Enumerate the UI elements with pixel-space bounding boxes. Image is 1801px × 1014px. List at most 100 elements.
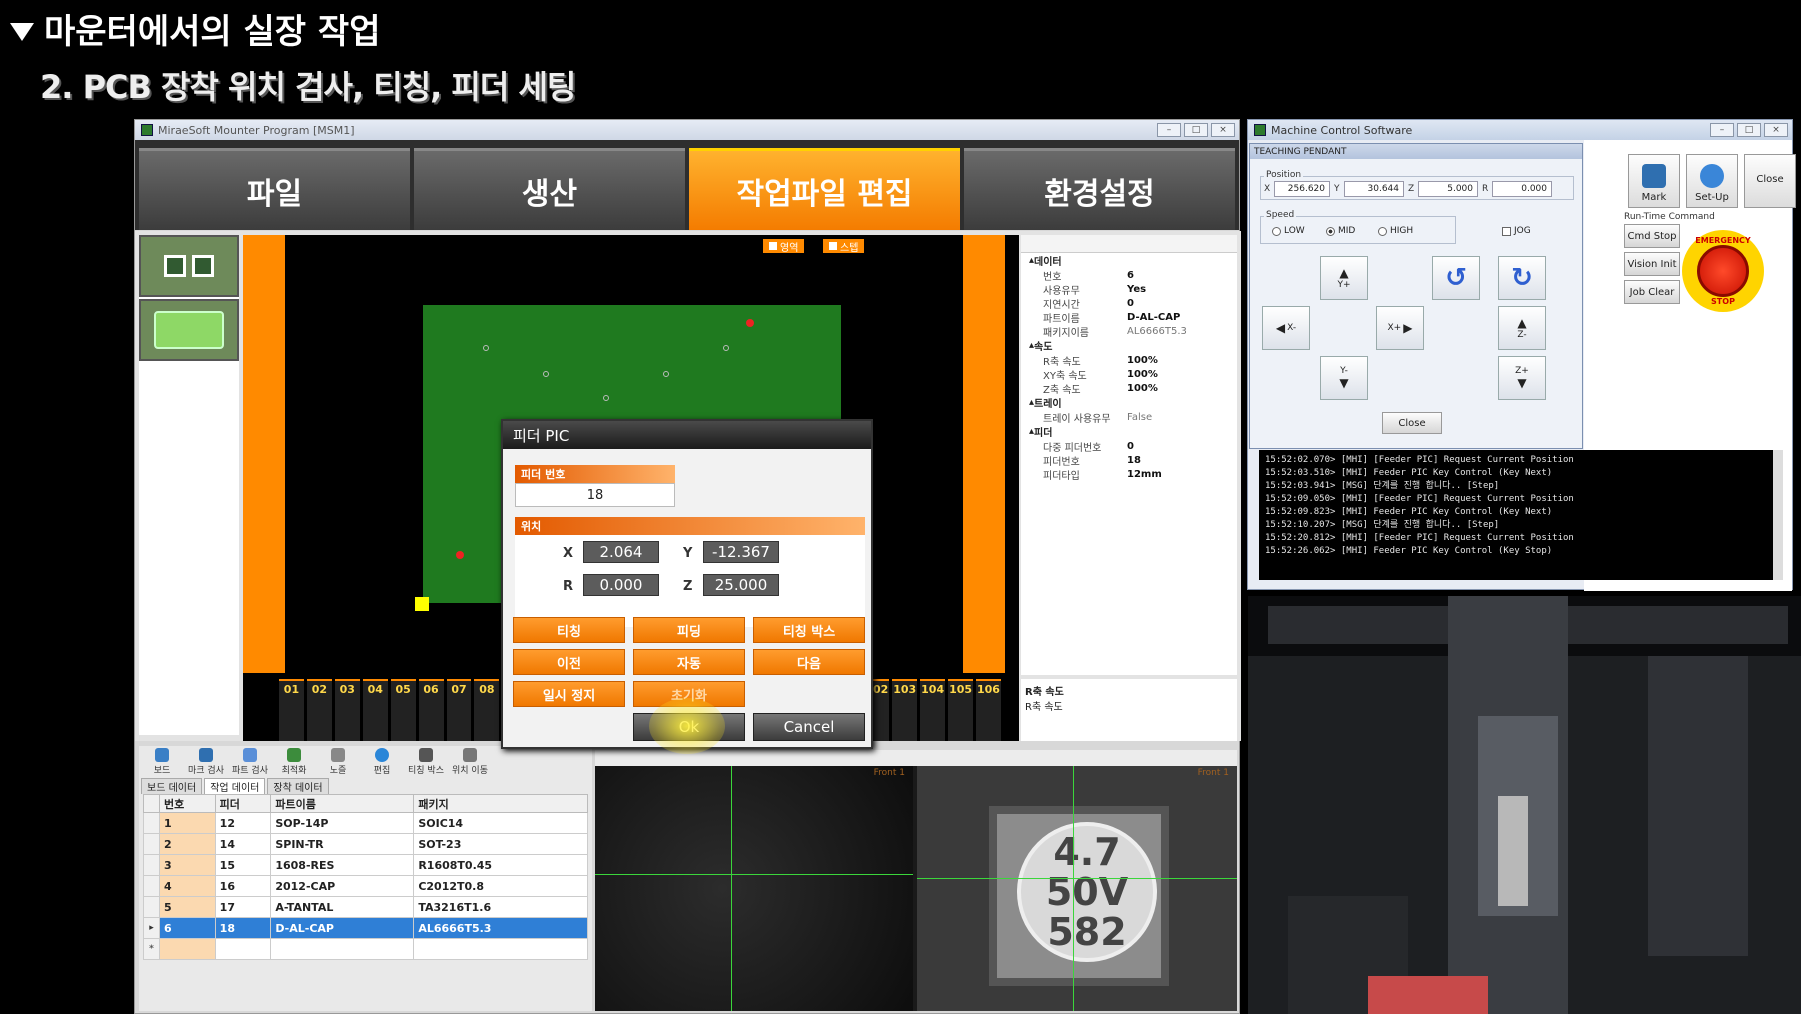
cancel-button[interactable]: Cancel [753, 713, 865, 741]
prop-value[interactable]: AL6666T5.3 [1127, 326, 1187, 337]
feeder-slot[interactable]: 04 [362, 679, 388, 741]
auto-button[interactable]: 자동 [633, 649, 745, 675]
reset-button[interactable]: 초기화 [633, 681, 745, 707]
job-clear-button[interactable]: Job Clear [1624, 280, 1680, 304]
mark-inspect-button[interactable]: 마크 검사 [187, 748, 225, 776]
y-value[interactable]: -12.367 [703, 541, 779, 563]
mcs-close-button[interactable]: Close [1744, 154, 1796, 208]
ok-button[interactable]: Ok [633, 713, 745, 741]
table-row[interactable]: 5 17 A-TANTAL TA3216T1.6 [143, 896, 588, 918]
pendant-close-button[interactable]: Close [1382, 412, 1442, 434]
jog-x-minus-button[interactable]: ◀ X- [1262, 306, 1310, 350]
jog-z-plus-button[interactable]: Z+ ▼ [1498, 356, 1546, 400]
feeder-slot[interactable]: 06 [418, 679, 444, 741]
prop-value[interactable]: 6 [1127, 270, 1134, 281]
tab-settings[interactable]: 환경설정 [964, 148, 1235, 230]
tab-job-edit[interactable]: 작업파일 편집 [689, 148, 960, 230]
feeder-slot[interactable]: 103 [892, 679, 918, 741]
setup-button[interactable]: Set-Up [1686, 154, 1738, 208]
prop-value[interactable]: 100% [1127, 383, 1158, 394]
feeder-slot[interactable]: 03 [334, 679, 360, 741]
cmd-stop-button[interactable]: Cmd Stop [1624, 224, 1680, 248]
col-header-package[interactable]: 패키지 [413, 794, 588, 813]
teach-button[interactable]: 티칭 [513, 617, 625, 643]
camera-view-1[interactable]: Front 1 [595, 766, 913, 1011]
tab-board-data[interactable]: 보드 데이터 [141, 778, 203, 794]
rotate-cw-icon[interactable]: ↻ [1498, 256, 1546, 300]
section-speed[interactable]: ▴ 속도 [1021, 338, 1237, 353]
prop-value[interactable]: 0 [1127, 298, 1134, 309]
feeder-slot[interactable]: 07 [446, 679, 472, 741]
maximize-icon[interactable]: □ [1184, 123, 1208, 137]
nozzle-button[interactable]: 노즐 [319, 748, 357, 776]
feeder-slot[interactable]: 08 [474, 679, 500, 741]
thumbnail-board[interactable] [139, 299, 239, 361]
table-row[interactable]: 2 14 SPIN-TR SOT-23 [143, 833, 588, 855]
pause-button[interactable]: 일시 정지 [513, 681, 625, 707]
z-value[interactable]: 25.000 [703, 574, 779, 596]
jog-z-minus-button[interactable]: ▲ Z- [1498, 306, 1546, 350]
prop-value[interactable]: 18 [1127, 455, 1141, 466]
property-toolbar[interactable] [1021, 235, 1237, 253]
prop-value[interactable]: Yes [1127, 284, 1146, 295]
camera-view-2[interactable]: Front 1 4.7 50V 582 [917, 766, 1237, 1011]
tab-file[interactable]: 파일 [139, 148, 410, 230]
board-button[interactable]: 보드 [143, 748, 181, 776]
jog-y-minus-button[interactable]: Y- ▼ [1320, 356, 1368, 400]
col-header-part[interactable]: 파트이름 [270, 794, 415, 813]
feeder-slot[interactable]: 01 [279, 679, 304, 741]
tab-production[interactable]: 생산 [414, 148, 685, 230]
feeder-slot[interactable]: 02 [306, 679, 332, 741]
prop-value[interactable]: 100% [1127, 355, 1158, 366]
jog-x-plus-button[interactable]: X+ ▶ [1376, 306, 1424, 350]
table-row-selected[interactable]: ▸ 6 18 D-AL-CAP AL6666T5.3 [143, 917, 588, 939]
section-feeder[interactable]: ▴ 피더 [1021, 424, 1237, 439]
prop-value[interactable]: 100% [1127, 369, 1158, 380]
table-row[interactable]: 1 12 SOP-14P SOIC14 [143, 812, 588, 834]
minimize-icon[interactable]: – [1157, 123, 1181, 137]
col-header-no[interactable]: 번호 [159, 794, 216, 813]
prop-value[interactable]: D-AL-CAP [1127, 312, 1180, 323]
section-data[interactable]: ▴ 데이터 [1021, 253, 1237, 268]
prop-value[interactable]: 0 [1127, 441, 1134, 452]
edit-button[interactable]: 편집 [363, 748, 401, 776]
feeder-slot[interactable]: 05 [390, 679, 416, 741]
move-position-button[interactable]: 위치 이동 [451, 748, 489, 776]
part-inspect-button[interactable]: 파트 검사 [231, 748, 269, 776]
thumbnail-mark[interactable] [139, 235, 239, 297]
maximize-icon[interactable]: □ [1737, 123, 1761, 137]
emergency-stop-button[interactable]: EMERGENCY STOP [1682, 230, 1764, 312]
close-icon[interactable]: × [1764, 123, 1788, 137]
speed-mid-radio[interactable]: MID [1326, 226, 1355, 236]
tab-mount-data[interactable]: 장착 데이터 [267, 778, 329, 794]
feed-button[interactable]: 피딩 [633, 617, 745, 643]
mark-button[interactable]: Mark [1628, 154, 1680, 208]
rotate-ccw-icon[interactable]: ↺ [1432, 256, 1480, 300]
tab-job-data[interactable]: 작업 데이터 [204, 778, 266, 794]
prop-value[interactable]: 12mm [1127, 469, 1162, 480]
message-log[interactable]: 15:52:02.070> [MHI] [Feeder PIC] Request… [1259, 450, 1783, 580]
x-value[interactable]: 2.064 [583, 541, 659, 563]
camera-toolbar[interactable] [595, 750, 1237, 766]
table-row[interactable]: 4 16 2012-CAP C2012T0.8 [143, 875, 588, 897]
feeder-slot[interactable]: 105 [948, 679, 974, 741]
table-row-new[interactable]: * [143, 938, 588, 960]
optimize-button[interactable]: 최적화 [275, 748, 313, 776]
close-icon[interactable]: × [1211, 123, 1235, 137]
feeder-no-field[interactable]: 18 [515, 483, 675, 507]
feeder-slot[interactable]: 106 [976, 679, 1001, 741]
speed-low-radio[interactable]: LOW [1272, 226, 1305, 236]
feeder-slot[interactable]: 104 [920, 679, 946, 741]
jog-y-plus-button[interactable]: ▲ Y+ [1320, 256, 1368, 300]
prop-value[interactable]: False [1127, 412, 1152, 423]
log-scrollbar[interactable] [1773, 450, 1783, 580]
teaching-box-button[interactable]: 티칭 박스 [407, 748, 445, 776]
col-header-feeder[interactable]: 피더 [214, 794, 272, 813]
r-value[interactable]: 0.000 [583, 574, 659, 596]
vision-init-button[interactable]: Vision Init [1624, 252, 1680, 276]
teaching-box-button[interactable]: 티칭 박스 [753, 617, 865, 643]
next-button[interactable]: 다음 [753, 649, 865, 675]
jog-checkbox[interactable]: JOG [1502, 226, 1531, 236]
table-row[interactable]: 3 15 1608-RES R1608T0.45 [143, 854, 588, 876]
speed-high-radio[interactable]: HIGH [1378, 226, 1413, 236]
